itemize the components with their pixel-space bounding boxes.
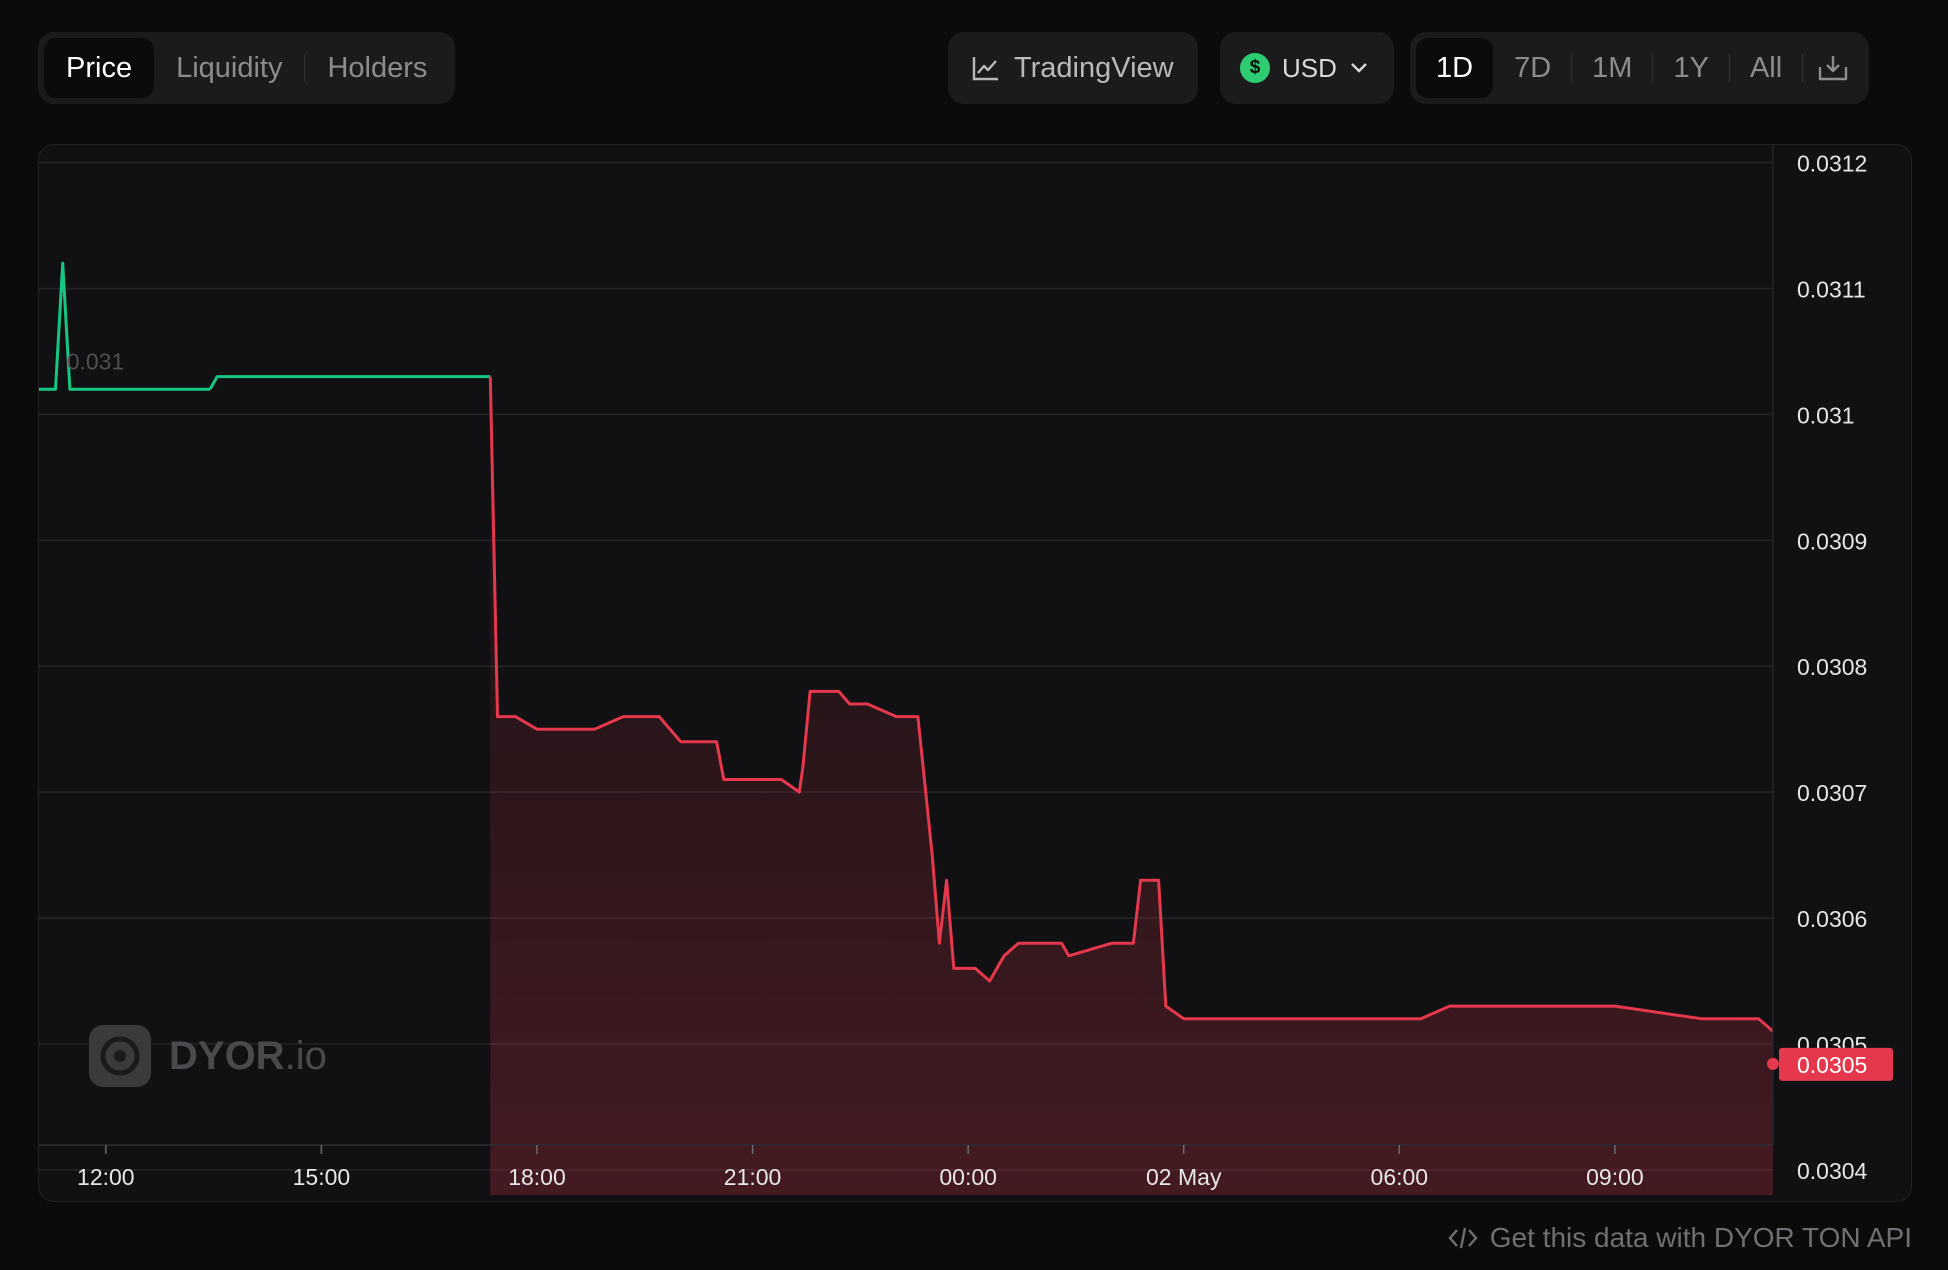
- chart-type-tabs: Price Liquidity Holders: [38, 32, 456, 104]
- x-tick-label: 18:00: [508, 1164, 566, 1190]
- dyor-watermark: DYOR.io: [89, 1025, 327, 1087]
- current-price-label: 0.0305: [1797, 1052, 1867, 1078]
- download-button[interactable]: [1803, 38, 1863, 98]
- tradingview-label: TradingView: [1014, 51, 1174, 84]
- currency-label: USD: [1282, 52, 1337, 83]
- range-1y[interactable]: 1Y: [1653, 38, 1728, 98]
- x-tick-label: 00:00: [939, 1164, 997, 1190]
- tab-holders[interactable]: Holders: [305, 38, 449, 98]
- line-chart-icon: [972, 57, 998, 81]
- x-tick-label: 09:00: [1586, 1164, 1644, 1190]
- download-icon: [1818, 56, 1848, 81]
- current-price-dot: [1767, 1057, 1779, 1070]
- dollar-coin-icon: $: [1240, 53, 1270, 83]
- range-1d[interactable]: 1D: [1416, 38, 1494, 98]
- price-area-fill: [490, 376, 1773, 1196]
- x-tick-label: 15:00: [293, 1164, 351, 1190]
- y-tick-label: 0.0306: [1797, 906, 1867, 932]
- currency-select[interactable]: $ USD: [1220, 32, 1394, 104]
- y-tick-label: 0.031: [1797, 402, 1855, 428]
- range-all[interactable]: All: [1730, 38, 1802, 98]
- range-1m[interactable]: 1M: [1572, 38, 1652, 98]
- price-chart[interactable]: DYOR.io 0.0312 0.0311 0.031 0.0309 0.0308 0.0…: [39, 145, 1912, 1202]
- code-icon: [1448, 1227, 1478, 1249]
- chart-panel[interactable]: DYOR.io 0.0312 0.0311 0.031 0.0309 0.0308 0.0…: [38, 144, 1912, 1202]
- tab-price[interactable]: Price: [44, 38, 155, 98]
- y-tick-label: 0.0312: [1797, 151, 1867, 177]
- y-tick-label: 0.0311: [1797, 276, 1866, 302]
- chevron-down-icon: [1351, 63, 1367, 73]
- tab-liquidity[interactable]: Liquidity: [154, 38, 304, 98]
- y-tick-label: 0.0309: [1797, 528, 1867, 554]
- y-tick-label: 0.0304: [1797, 1158, 1868, 1184]
- tradingview-button[interactable]: TradingView: [948, 32, 1198, 104]
- watermark-text: DYOR.io: [169, 1034, 327, 1078]
- dyor-logo-dot: [114, 1050, 126, 1062]
- x-tick-label: 12:00: [77, 1164, 135, 1190]
- time-range-selector: 1D 7D 1M 1Y All: [1410, 32, 1870, 104]
- price-line-up: [208, 375, 491, 390]
- y-tick-label: 0.0308: [1797, 654, 1867, 680]
- price-line-up: [39, 261, 210, 391]
- line-value-annotation: 0.031: [67, 348, 125, 374]
- x-tick-label: 02 May: [1146, 1164, 1222, 1190]
- api-link[interactable]: Get this data with DYOR TON API: [1448, 1222, 1912, 1254]
- range-7d[interactable]: 7D: [1494, 38, 1571, 98]
- y-tick-label: 0.0307: [1797, 780, 1867, 806]
- x-tick-label: 06:00: [1371, 1164, 1429, 1190]
- x-tick-label: 21:00: [724, 1164, 782, 1190]
- api-link-label: Get this data with DYOR TON API: [1489, 1222, 1912, 1253]
